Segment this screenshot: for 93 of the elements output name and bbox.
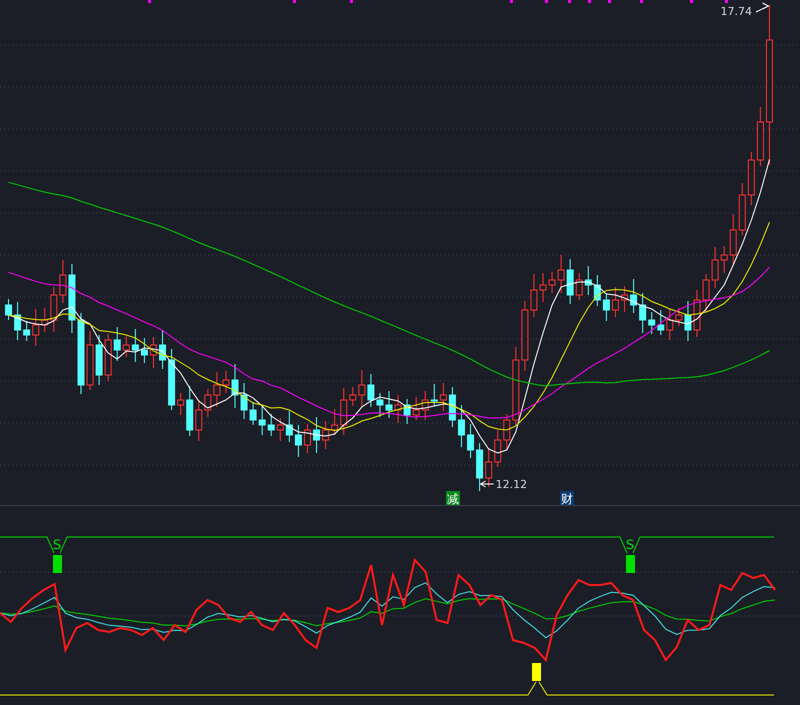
candlestick [748, 152, 755, 206]
candlestick [177, 392, 184, 416]
candlestick [648, 312, 656, 334]
candlestick [602, 294, 610, 322]
candlestick [276, 418, 284, 442]
candlestick [576, 272, 583, 300]
sell-signal-label: S [52, 538, 62, 553]
candlestick [86, 330, 94, 390]
candlestick [430, 384, 438, 406]
candlestick [376, 392, 384, 418]
sell-signal-label: S [626, 538, 634, 553]
candlestick [694, 290, 700, 338]
candlestick [23, 320, 30, 342]
candlestick [96, 334, 103, 386]
candlestick [132, 328, 139, 362]
candlestick [68, 264, 76, 334]
candlestick [448, 386, 456, 428]
candlestick [140, 338, 148, 364]
candlestick [467, 424, 474, 458]
high-price-label: 17.74 [720, 5, 752, 18]
candlestick [213, 372, 220, 408]
candlestick [232, 364, 238, 408]
candlestick [458, 404, 465, 448]
candlestick [738, 182, 746, 236]
candlestick [150, 336, 157, 368]
candlestick [358, 370, 366, 406]
candlestick [666, 308, 674, 340]
candlestick [485, 448, 492, 488]
sell-signal-marker [53, 555, 62, 573]
candlestick [476, 442, 484, 492]
candlestick [294, 424, 302, 458]
candlestick [122, 336, 130, 358]
candlestick [204, 388, 212, 418]
leader-line [756, 2, 770, 12]
candlestick [340, 388, 348, 436]
candlestick [286, 410, 293, 442]
candlestick [630, 278, 638, 314]
candlestick [494, 430, 502, 468]
candlestick [503, 414, 510, 450]
candlestick [104, 334, 112, 382]
candlestick [14, 302, 22, 340]
buy-signal-marker [532, 663, 541, 681]
candlestick [540, 272, 546, 302]
candlestick [730, 214, 737, 264]
candlestick [530, 274, 538, 318]
candlestick [250, 402, 257, 426]
candlestick [394, 394, 402, 424]
candlestick [304, 424, 311, 454]
candlestick [159, 330, 166, 370]
candlestick [621, 286, 628, 312]
candlestick [349, 386, 356, 406]
candlestick [720, 246, 728, 274]
candlestick [268, 414, 275, 436]
candlestick [186, 386, 194, 436]
candlestick [594, 274, 601, 306]
candlestick [5, 298, 12, 320]
candlestick [566, 258, 574, 304]
candlestick [195, 400, 202, 442]
candlestick [639, 292, 646, 334]
candlestick [386, 390, 392, 418]
candlestick [756, 106, 764, 166]
candlestick [367, 374, 374, 408]
candlestick [657, 310, 664, 336]
candlestick [59, 260, 66, 304]
candlestick [548, 272, 556, 294]
candlestick [712, 246, 719, 288]
candlestick [222, 370, 230, 394]
candlestick [258, 404, 266, 436]
candlestick [612, 286, 619, 318]
candlestick [684, 300, 692, 342]
candlestick [313, 416, 320, 454]
candlestick [41, 308, 48, 332]
candlestick [50, 286, 58, 332]
leader-line [480, 480, 494, 488]
candlestick [521, 300, 528, 372]
candlestick [404, 398, 411, 424]
sell-signal-marker [626, 555, 635, 573]
candlestick [440, 382, 447, 412]
signal-tag: 减 [446, 491, 460, 505]
candlestick [675, 308, 682, 326]
candlestick [558, 254, 565, 294]
candlestick [32, 308, 40, 346]
candlestick [114, 326, 121, 362]
candlestick [240, 382, 248, 420]
candlestick [331, 408, 338, 436]
candlestick [322, 420, 330, 450]
low-price-label: 12.12 [496, 478, 528, 491]
candlestick [412, 396, 420, 420]
signal-tag: 财 [560, 491, 574, 505]
candlestick [702, 274, 710, 312]
candlestick [584, 266, 592, 296]
candlestick [422, 390, 429, 420]
candlestick [168, 348, 176, 410]
